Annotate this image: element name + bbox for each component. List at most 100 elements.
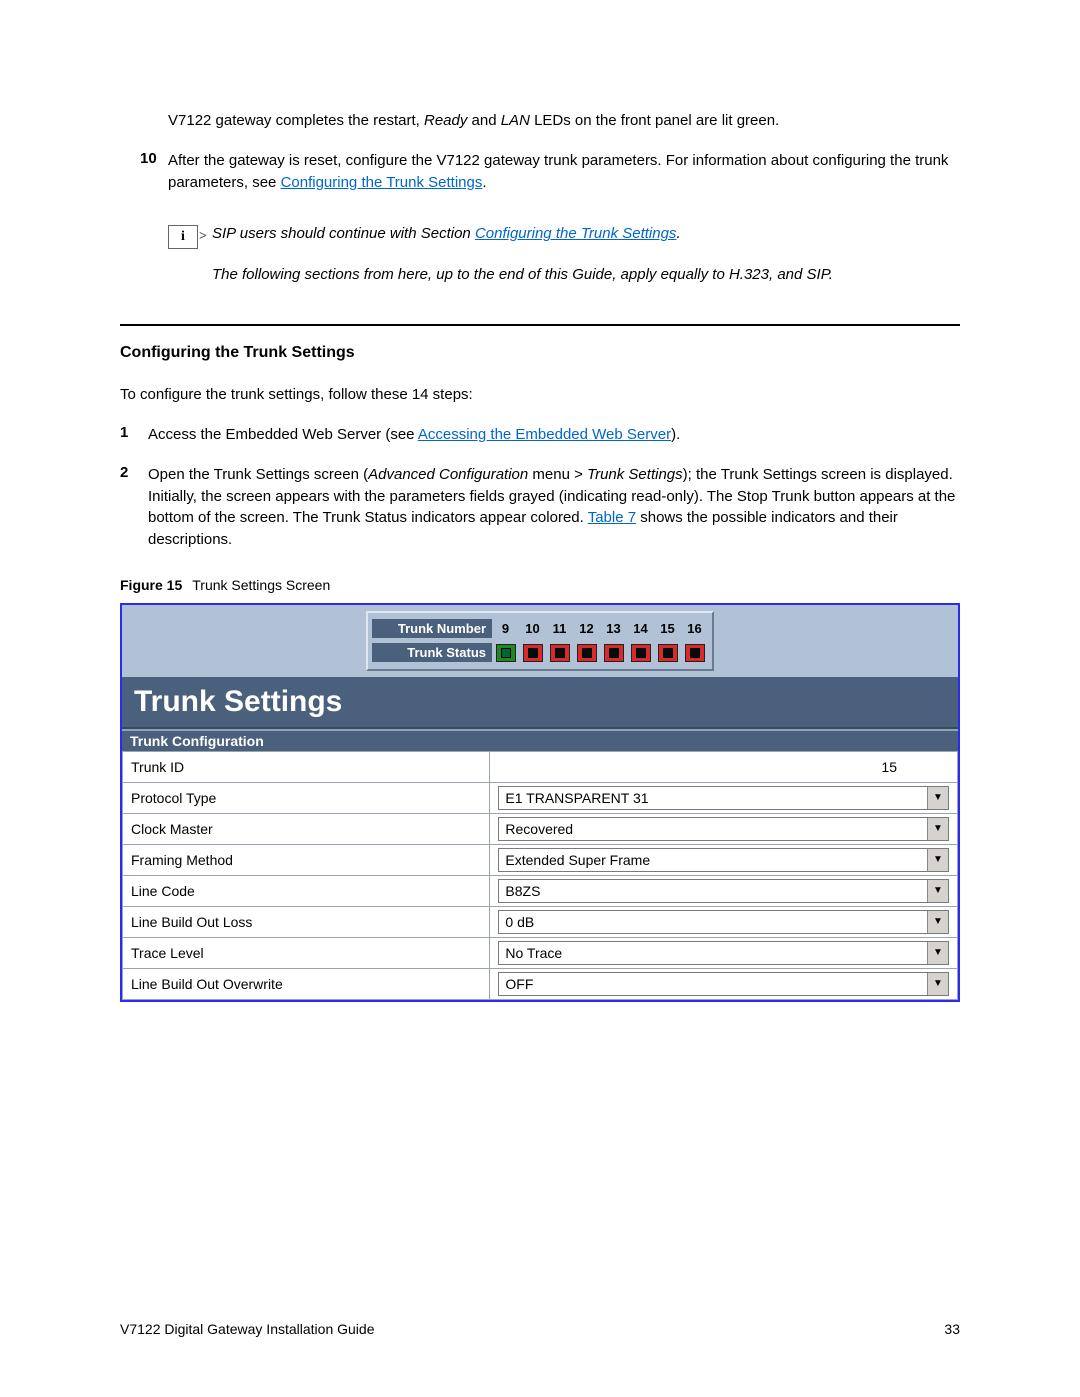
figure-label: Figure 15: [120, 577, 182, 593]
chevron-down-icon[interactable]: ▼: [927, 818, 948, 840]
status-led-red-icon: [577, 644, 597, 662]
trunk-status-panel-area: Trunk Number 910111213141516 Trunk Statu…: [122, 605, 958, 677]
trunk-status-cell[interactable]: [654, 642, 681, 664]
text: Access the Embedded Web Server (see: [148, 426, 418, 443]
step-number: 1: [120, 424, 148, 446]
select-value: B8ZS: [499, 880, 927, 902]
text: .: [482, 174, 486, 191]
config-value-cell: 0 dB▼: [490, 906, 958, 937]
trunk-number-cells: 910111213141516: [492, 621, 708, 636]
chevron-right-icon: >: [199, 229, 207, 245]
status-led-red-icon: [658, 644, 678, 662]
table-row: Trace LevelNo Trace▼: [123, 937, 958, 968]
trunk-number-cell: 16: [681, 621, 708, 636]
trunk-status-cell[interactable]: [519, 642, 546, 664]
link-configure-trunk-note[interactable]: Configuring the Trunk Settings: [475, 225, 677, 242]
main-content: V7122 gateway completes the restart, Rea…: [120, 110, 960, 304]
config-label: Line Build Out Loss: [123, 906, 490, 937]
config-select[interactable]: B8ZS▼: [498, 879, 949, 903]
table-row: Trunk ID15: [123, 751, 958, 782]
trunk-number-label: Trunk Number: [372, 619, 492, 638]
text: .: [676, 225, 680, 242]
link-configure-trunk[interactable]: Configuring the Trunk Settings: [281, 174, 483, 191]
trunk-number-cell: 13: [600, 621, 627, 636]
config-select[interactable]: Recovered▼: [498, 817, 949, 841]
config-value-cell: Recovered▼: [490, 813, 958, 844]
step-2: 2 Open the Trunk Settings screen (Advanc…: [120, 464, 960, 551]
link-table-7[interactable]: Table 7: [588, 509, 636, 526]
note-text: SIP users should continue with Section C…: [212, 223, 833, 304]
trunk-status-cell[interactable]: [600, 642, 627, 664]
page-footer: V7122 Digital Gateway Installation Guide…: [120, 1321, 960, 1337]
trunk-number-cell: 15: [654, 621, 681, 636]
step-body: After the gateway is reset, configure th…: [168, 150, 960, 194]
trunk-status-cell[interactable]: [573, 642, 600, 664]
step-10: 10 After the gateway is reset, configure…: [140, 150, 960, 194]
table-row: Line CodeB8ZS▼: [123, 875, 958, 906]
select-value: OFF: [499, 973, 927, 995]
config-value-cell: OFF▼: [490, 968, 958, 999]
status-led-green-icon: [496, 644, 516, 662]
figure-title: Trunk Settings Screen: [192, 577, 330, 593]
document-page: V7122 gateway completes the restart, Rea…: [0, 0, 1080, 1397]
config-label: Trunk ID: [123, 751, 490, 782]
section-rule: [120, 324, 960, 326]
info-icon: i >: [168, 225, 198, 249]
footer-title: V7122 Digital Gateway Installation Guide: [120, 1321, 374, 1337]
text-italic: Advanced Configuration: [368, 466, 528, 483]
select-value: Extended Super Frame: [499, 849, 927, 871]
page-number: 33: [944, 1321, 960, 1337]
trunk-settings-screenshot: Trunk Number 910111213141516 Trunk Statu…: [120, 603, 960, 1002]
trunk-status-label: Trunk Status: [372, 643, 492, 662]
text: ); the Trunk Settings screen is displaye…: [683, 466, 953, 483]
trunk-number-cell: 14: [627, 621, 654, 636]
text-italic: Ready: [424, 112, 467, 129]
config-label: Line Build Out Overwrite: [123, 968, 490, 999]
config-select[interactable]: E1 TRANSPARENT 31▼: [498, 786, 949, 810]
table-row: Framing Method Extended Super Frame▼: [123, 844, 958, 875]
note-icon-wrap: i >: [168, 223, 212, 304]
link-embedded-web-server[interactable]: Accessing the Embedded Web Server: [418, 426, 671, 443]
config-value-cell: E1 TRANSPARENT 31▼: [490, 782, 958, 813]
chevron-down-icon[interactable]: ▼: [927, 787, 948, 809]
config-label: Framing Method: [123, 844, 490, 875]
config-select[interactable]: Extended Super Frame▼: [498, 848, 949, 872]
step-body: Access the Embedded Web Server (see Acce…: [148, 424, 960, 446]
chevron-down-icon[interactable]: ▼: [927, 911, 948, 933]
config-select[interactable]: No Trace▼: [498, 941, 949, 965]
chevron-down-icon[interactable]: ▼: [927, 880, 948, 902]
chevron-down-icon[interactable]: ▼: [927, 973, 948, 995]
trunk-status-cell[interactable]: [681, 642, 708, 664]
trunk-status-cell[interactable]: [492, 642, 519, 664]
note-box: i > SIP users should continue with Secti…: [168, 223, 960, 304]
chevron-down-icon[interactable]: ▼: [927, 849, 948, 871]
trunk-status-cell[interactable]: [627, 642, 654, 664]
config-value-cell: 15: [490, 751, 958, 782]
select-value: No Trace: [499, 942, 927, 964]
text: LEDs on the front panel are lit green.: [530, 112, 779, 129]
config-select[interactable]: 0 dB▼: [498, 910, 949, 934]
chevron-down-icon[interactable]: ▼: [927, 942, 948, 964]
text-italic: Trunk Settings: [587, 466, 683, 483]
screenshot-title: Trunk Settings: [122, 677, 958, 729]
trunk-status-cell[interactable]: [546, 642, 573, 664]
table-row: Protocol TypeE1 TRANSPARENT 31▼: [123, 782, 958, 813]
info-glyph: i: [181, 229, 185, 245]
status-led-red-icon: [523, 644, 543, 662]
paragraph-intro: To configure the trunk settings, follow …: [120, 384, 960, 406]
status-led-red-icon: [631, 644, 651, 662]
figure-caption: Figure 15 Trunk Settings Screen: [120, 577, 960, 593]
table-row: Clock MasterRecovered▼: [123, 813, 958, 844]
status-led-red-icon: [685, 644, 705, 662]
step-body: Open the Trunk Settings screen (Advanced…: [148, 464, 960, 551]
config-select[interactable]: OFF▼: [498, 972, 949, 996]
trunk-config-table: Trunk ID15Protocol TypeE1 TRANSPARENT 31…: [122, 751, 958, 1000]
step-number: 2: [120, 464, 148, 551]
status-led-red-icon: [604, 644, 624, 662]
trunk-configuration-header: Trunk Configuration: [122, 729, 958, 751]
text: V7122 gateway completes the restart,: [168, 112, 424, 129]
trunk-number-row: Trunk Number 910111213141516: [372, 617, 708, 641]
text-italic: LAN: [501, 112, 530, 129]
paragraph-restart: V7122 gateway completes the restart, Rea…: [168, 110, 960, 132]
config-value-cell: No Trace▼: [490, 937, 958, 968]
